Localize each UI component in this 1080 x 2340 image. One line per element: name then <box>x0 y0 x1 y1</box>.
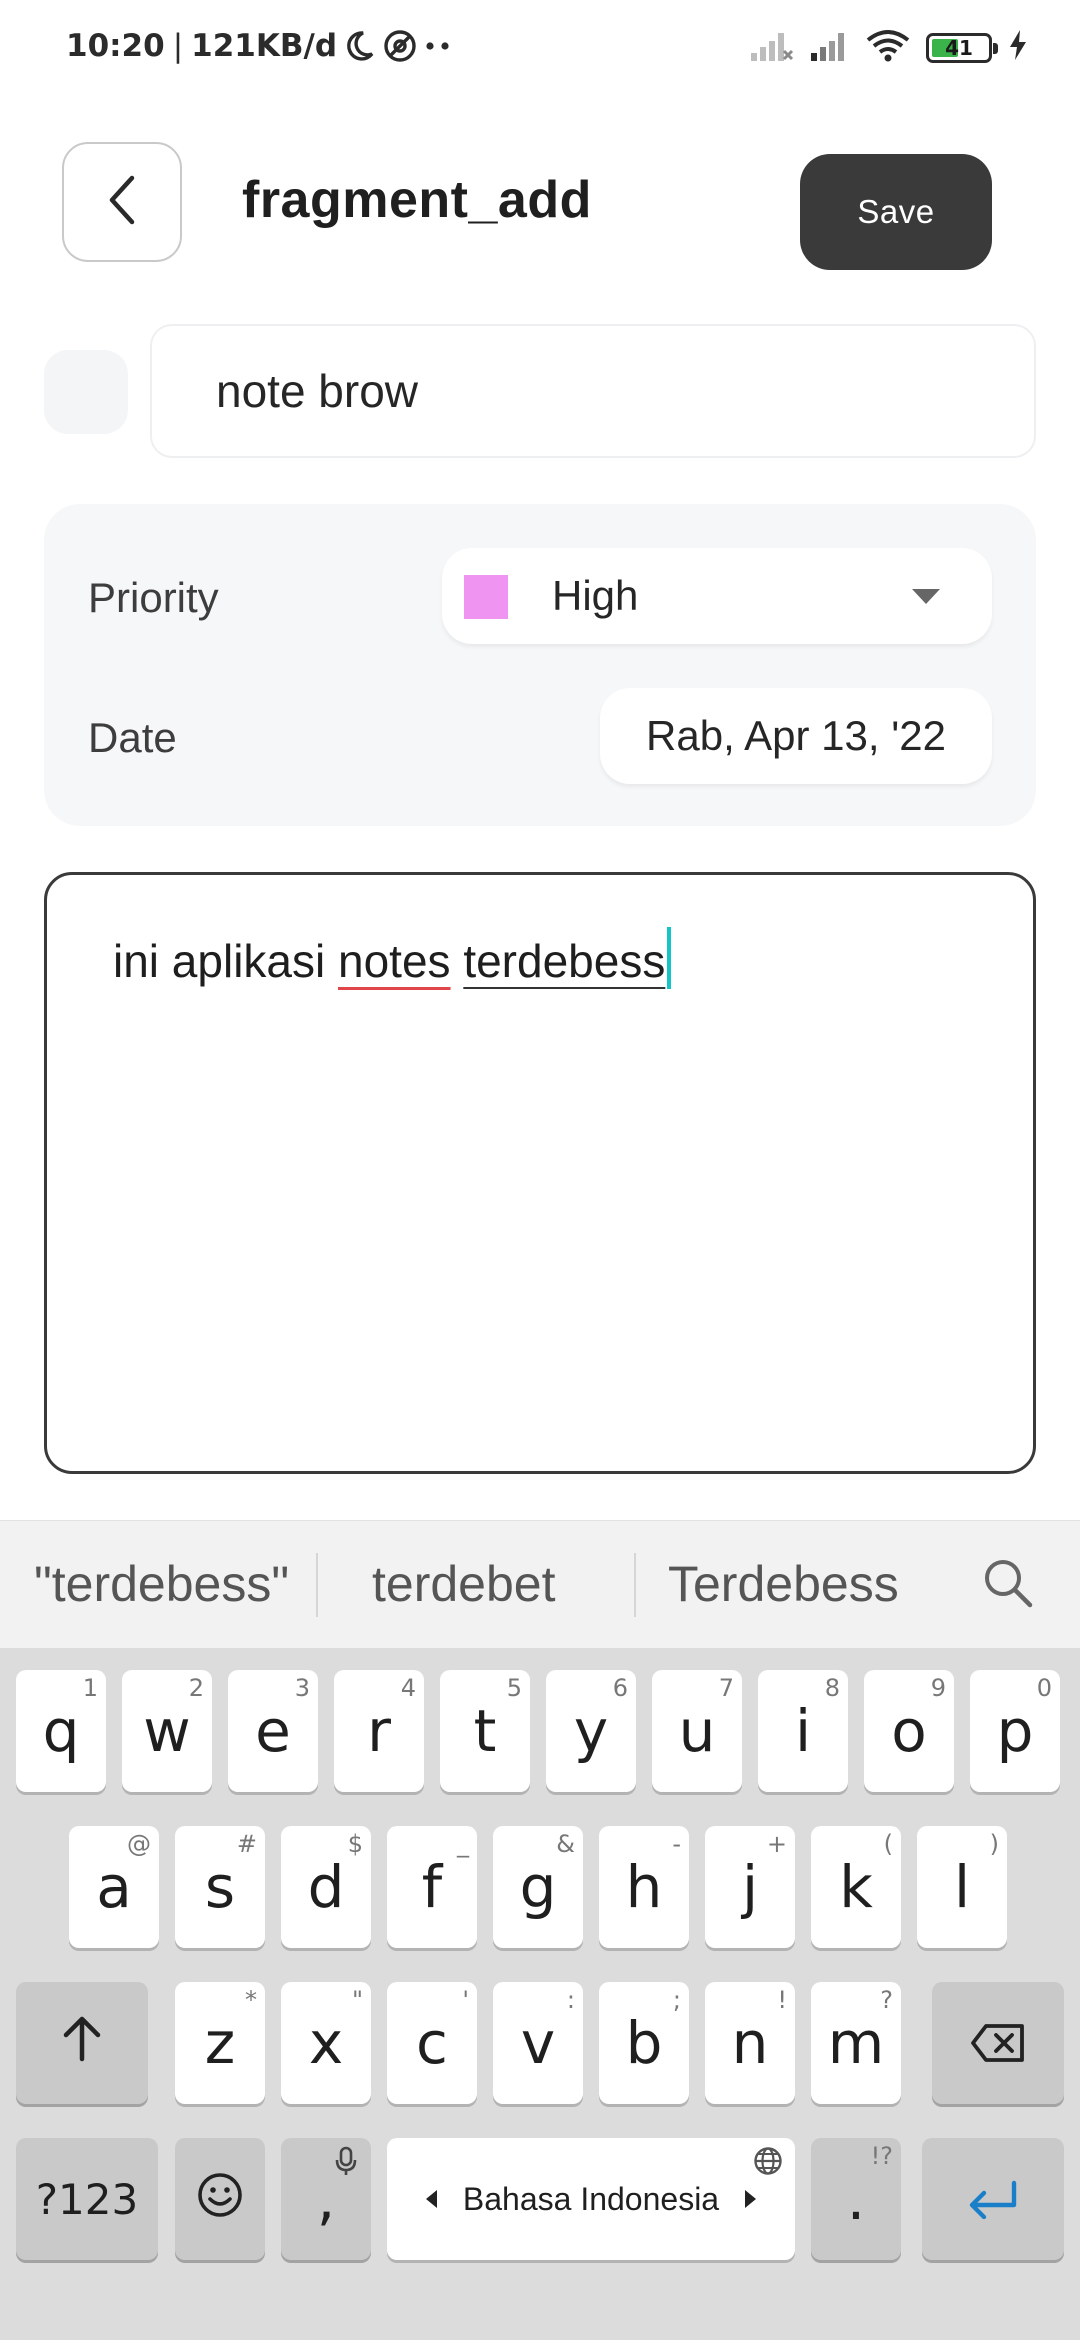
priority-dropdown[interactable]: High <box>442 548 992 644</box>
key-i[interactable]: i8 <box>758 1670 848 1792</box>
note-body-space <box>451 935 464 987</box>
status-left: 10:20 | 121KB/d <box>66 28 451 64</box>
comma-key[interactable]: , <box>281 2138 371 2260</box>
suggestion-2[interactable]: terdebet <box>372 1555 555 1613</box>
signal-x-icon <box>750 29 794 66</box>
charging-icon <box>1008 29 1028 66</box>
keyboard: q1 w2 e3 r4 t5 y6 u7 i8 o9 p0 a @ s # d $ f… <box>0 1648 1080 2340</box>
status-bar: 10:20 | 121KB/d 41 <box>0 0 1080 100</box>
key-d[interactable]: d $ <box>281 1826 371 1948</box>
date-value: Rab, Apr 13, '22 <box>646 712 946 759</box>
note-color-button[interactable] <box>44 350 128 434</box>
date-label: Date <box>88 714 177 761</box>
key-n[interactable]: n! <box>705 1982 795 2104</box>
dropdown-arrow-icon <box>912 589 940 604</box>
key-k[interactable]: k( <box>811 1826 901 1948</box>
suggestion-bar: "terdebess" terdebet Terdebess <box>0 1520 1080 1648</box>
symbols-key[interactable]: ?123 <box>16 2138 158 2260</box>
priority-value: High <box>552 572 639 619</box>
note-title-input[interactable]: note brow <box>150 324 1036 458</box>
key-j[interactable]: j + <box>705 1826 795 1948</box>
key-p[interactable]: p0 <box>970 1670 1060 1792</box>
enter-key[interactable] <box>922 2138 1064 2260</box>
network-speed: 121KB/d <box>191 28 338 64</box>
battery-icon: 41 <box>926 32 998 63</box>
chevron-left-icon <box>104 174 140 231</box>
key-m[interactable]: m? <box>811 1982 901 2104</box>
wifi-icon <box>866 28 910 67</box>
emoji-icon <box>196 2165 244 2233</box>
page-title: fragment_add <box>242 171 592 229</box>
enter-icon <box>966 2165 1020 2233</box>
status-separator: | <box>172 28 184 64</box>
vpn-icon <box>383 29 417 63</box>
shift-arrow-icon <box>60 2009 104 2077</box>
priority-color-swatch <box>464 575 508 619</box>
signal-icon <box>810 29 850 66</box>
key-y[interactable]: y6 <box>546 1670 636 1792</box>
note-title-value: note brow <box>216 365 419 417</box>
globe-icon <box>753 2146 783 2182</box>
moon-icon <box>345 30 375 62</box>
space-language-label: Bahasa Indonesia <box>462 2180 720 2217</box>
suggestion-1[interactable]: "terdebess" <box>34 1555 289 1613</box>
date-picker-button[interactable]: Rab, Apr 13, '22 <box>600 688 992 784</box>
shift-key[interactable] <box>16 1982 148 2104</box>
key-x[interactable]: x " <box>281 1982 371 2104</box>
language-prev-icon <box>425 2190 437 2208</box>
key-t[interactable]: t5 <box>440 1670 530 1792</box>
battery-level: 41 <box>945 35 973 60</box>
key-s[interactable]: s # <box>175 1826 265 1948</box>
emoji-key[interactable] <box>175 2138 265 2260</box>
save-button[interactable]: Save <box>800 154 992 270</box>
backspace-icon <box>970 2009 1026 2077</box>
key-u[interactable]: u7 <box>652 1670 742 1792</box>
priority-label: Priority <box>88 574 219 621</box>
note-body-plain: ini aplikasi <box>113 935 338 987</box>
key-z[interactable]: z * <box>175 1982 265 2104</box>
key-h[interactable]: h- <box>599 1826 689 1948</box>
note-body-text: ini aplikasi notes terdebess <box>113 927 672 989</box>
key-a[interactable]: a @ <box>69 1826 159 1948</box>
suggestion-divider <box>634 1553 636 1617</box>
period-key[interactable]: . !? <box>811 2138 901 2260</box>
key-b[interactable]: b; <box>599 1982 689 2104</box>
key-e[interactable]: e3 <box>228 1670 318 1792</box>
misspelled-word[interactable]: notes <box>338 935 451 987</box>
space-key[interactable]: Bahasa Indonesia <box>387 2138 795 2260</box>
status-time: 10:20 <box>66 28 165 64</box>
text-cursor <box>667 927 672 989</box>
back-button[interactable] <box>62 142 182 262</box>
key-f[interactable]: f _ <box>387 1826 477 1948</box>
language-next-icon <box>745 2190 757 2208</box>
search-icon[interactable] <box>982 1557 1034 1614</box>
note-body-input[interactable]: ini aplikasi notes terdebess <box>44 872 1036 1474</box>
more-dots-icon <box>425 41 451 51</box>
key-c[interactable]: c ' <box>387 1982 477 2104</box>
suggestion-divider <box>316 1553 318 1617</box>
suggestion-3[interactable]: Terdebess <box>668 1555 899 1613</box>
backspace-key[interactable] <box>932 1982 1064 2104</box>
key-w[interactable]: w2 <box>122 1670 212 1792</box>
key-v[interactable]: v: <box>493 1982 583 2104</box>
key-l[interactable]: l) <box>917 1826 1007 1948</box>
key-r[interactable]: r4 <box>334 1670 424 1792</box>
composing-word: terdebess <box>463 935 666 987</box>
key-o[interactable]: o9 <box>864 1670 954 1792</box>
microphone-icon <box>335 2146 357 2182</box>
key-g[interactable]: g & <box>493 1826 583 1948</box>
status-right: 41 <box>750 28 1028 67</box>
key-q[interactable]: q1 <box>16 1670 106 1792</box>
